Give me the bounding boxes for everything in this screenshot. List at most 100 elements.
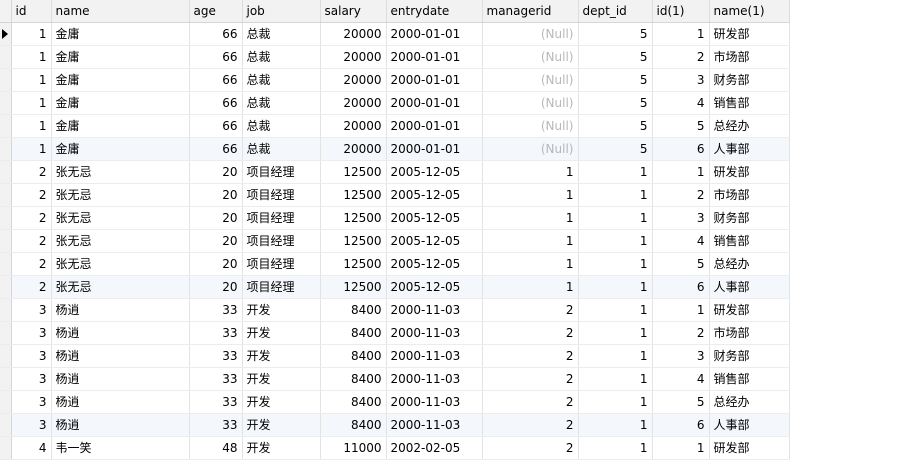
table-row[interactable]: 3 杨逍 33 开发 8400 2000-11-03 2 1 1 研发部 <box>0 298 790 322</box>
cell-job[interactable]: 开发 <box>242 321 321 345</box>
cell-name-1[interactable]: 人事部 <box>709 413 790 437</box>
cell-salary[interactable]: 8400 <box>320 413 387 437</box>
cell-managerid[interactable]: 1 <box>482 183 579 207</box>
cell-salary[interactable]: 8400 <box>320 390 387 414</box>
row-indicator[interactable] <box>0 390 12 414</box>
table-row[interactable]: 2 张无忌 20 项目经理 12500 2005-12-05 1 1 3 财务部 <box>0 206 790 230</box>
cell-id-1[interactable]: 3 <box>652 344 710 368</box>
cell-job[interactable]: 项目经理 <box>242 252 321 276</box>
cell-job[interactable]: 开发 <box>242 298 321 322</box>
row-indicator[interactable] <box>0 91 12 115</box>
column-header-job[interactable]: job <box>242 0 321 23</box>
cell-age[interactable]: 33 <box>189 367 243 391</box>
row-indicator[interactable] <box>0 436 12 460</box>
cell-salary[interactable]: 11000 <box>320 436 387 460</box>
cell-name-1[interactable]: 人事部 <box>709 275 790 299</box>
cell-name[interactable]: 张无忌 <box>51 275 190 299</box>
cell-dept-id[interactable]: 5 <box>578 137 653 161</box>
cell-entrydate[interactable]: 2005-12-05 <box>386 252 483 276</box>
cell-managerid[interactable]: (Null) <box>482 137 579 161</box>
cell-age[interactable]: 20 <box>189 183 243 207</box>
row-indicator[interactable] <box>0 137 12 161</box>
cell-managerid[interactable]: (Null) <box>482 22 579 46</box>
cell-entrydate[interactable]: 2000-11-03 <box>386 321 483 345</box>
cell-name-1[interactable]: 总经办 <box>709 114 790 138</box>
column-header-id[interactable]: id <box>11 0 52 23</box>
cell-dept-id[interactable]: 5 <box>578 91 653 115</box>
cell-job[interactable]: 项目经理 <box>242 206 321 230</box>
column-header-age[interactable]: age <box>189 0 243 23</box>
cell-name-1[interactable]: 销售部 <box>709 229 790 253</box>
cell-managerid[interactable]: (Null) <box>482 91 579 115</box>
table-row[interactable]: 4 韦一笑 48 开发 11000 2002-02-05 2 1 1 研发部 <box>0 436 790 460</box>
cell-dept-id[interactable]: 5 <box>578 22 653 46</box>
cell-job[interactable]: 项目经理 <box>242 275 321 299</box>
row-indicator[interactable] <box>0 298 12 322</box>
cell-entrydate[interactable]: 2005-12-05 <box>386 229 483 253</box>
cell-entrydate[interactable]: 2005-12-05 <box>386 206 483 230</box>
table-row[interactable]: 2 张无忌 20 项目经理 12500 2005-12-05 1 1 1 研发部 <box>0 160 790 184</box>
table-row[interactable]: 2 张无忌 20 项目经理 12500 2005-12-05 1 1 5 总经办 <box>0 252 790 276</box>
cell-id-1[interactable]: 4 <box>652 91 710 115</box>
cell-salary[interactable]: 20000 <box>320 91 387 115</box>
cell-dept-id[interactable]: 1 <box>578 413 653 437</box>
cell-name[interactable]: 杨逍 <box>51 298 190 322</box>
cell-age[interactable]: 20 <box>189 275 243 299</box>
cell-name[interactable]: 金庸 <box>51 137 190 161</box>
cell-managerid[interactable]: 1 <box>482 160 579 184</box>
cell-id[interactable]: 2 <box>11 206 52 230</box>
cell-age[interactable]: 48 <box>189 436 243 460</box>
cell-id-1[interactable]: 1 <box>652 436 710 460</box>
table-row[interactable]: 2 张无忌 20 项目经理 12500 2005-12-05 1 1 6 人事部 <box>0 275 790 299</box>
row-indicator[interactable] <box>0 321 12 345</box>
cell-name-1[interactable]: 人事部 <box>709 137 790 161</box>
cell-entrydate[interactable]: 2000-01-01 <box>386 137 483 161</box>
cell-age[interactable]: 66 <box>189 45 243 69</box>
row-indicator[interactable] <box>0 160 12 184</box>
cell-entrydate[interactable]: 2005-12-05 <box>386 183 483 207</box>
table-row[interactable]: 1 金庸 66 总裁 20000 2000-01-01 (Null) 5 3 财务部 <box>0 68 790 92</box>
cell-salary[interactable]: 8400 <box>320 321 387 345</box>
cell-job[interactable]: 开发 <box>242 390 321 414</box>
cell-id[interactable]: 4 <box>11 436 52 460</box>
cell-salary[interactable]: 12500 <box>320 229 387 253</box>
cell-dept-id[interactable]: 1 <box>578 367 653 391</box>
cell-salary[interactable]: 20000 <box>320 68 387 92</box>
row-indicator[interactable] <box>0 68 12 92</box>
cell-dept-id[interactable]: 1 <box>578 321 653 345</box>
cell-dept-id[interactable]: 1 <box>578 344 653 368</box>
cell-dept-id[interactable]: 5 <box>578 45 653 69</box>
cell-managerid[interactable]: 2 <box>482 367 579 391</box>
cell-managerid[interactable]: 2 <box>482 436 579 460</box>
row-indicator[interactable] <box>0 367 12 391</box>
table-row[interactable]: 2 张无忌 20 项目经理 12500 2005-12-05 1 1 2 市场部 <box>0 183 790 207</box>
row-indicator[interactable] <box>0 413 12 437</box>
cell-id[interactable]: 1 <box>11 22 52 46</box>
cell-age[interactable]: 33 <box>189 344 243 368</box>
cell-job[interactable]: 开发 <box>242 344 321 368</box>
cell-age[interactable]: 66 <box>189 137 243 161</box>
cell-entrydate[interactable]: 2000-11-03 <box>386 298 483 322</box>
cell-dept-id[interactable]: 1 <box>578 436 653 460</box>
cell-dept-id[interactable]: 1 <box>578 206 653 230</box>
cell-name-1[interactable]: 研发部 <box>709 436 790 460</box>
cell-managerid[interactable]: (Null) <box>482 68 579 92</box>
cell-id[interactable]: 1 <box>11 91 52 115</box>
cell-name[interactable]: 杨逍 <box>51 390 190 414</box>
cell-entrydate[interactable]: 2000-01-01 <box>386 91 483 115</box>
cell-name-1[interactable]: 财务部 <box>709 68 790 92</box>
cell-id[interactable]: 3 <box>11 344 52 368</box>
cell-id-1[interactable]: 4 <box>652 229 710 253</box>
cell-job[interactable]: 开发 <box>242 367 321 391</box>
row-indicator[interactable] <box>0 183 12 207</box>
cell-id[interactable]: 2 <box>11 229 52 253</box>
column-header-managerid[interactable]: managerid <box>482 0 579 23</box>
cell-name-1[interactable]: 市场部 <box>709 321 790 345</box>
cell-managerid[interactable]: 2 <box>482 298 579 322</box>
result-grid[interactable]: id name age job salary entrydate manager… <box>0 0 790 460</box>
cell-name[interactable]: 张无忌 <box>51 206 190 230</box>
table-row[interactable]: 1 金庸 66 总裁 20000 2000-01-01 (Null) 5 6 人事部 <box>0 137 790 161</box>
cell-entrydate[interactable]: 2000-01-01 <box>386 22 483 46</box>
cell-salary[interactable]: 12500 <box>320 183 387 207</box>
cell-salary[interactable]: 12500 <box>320 160 387 184</box>
